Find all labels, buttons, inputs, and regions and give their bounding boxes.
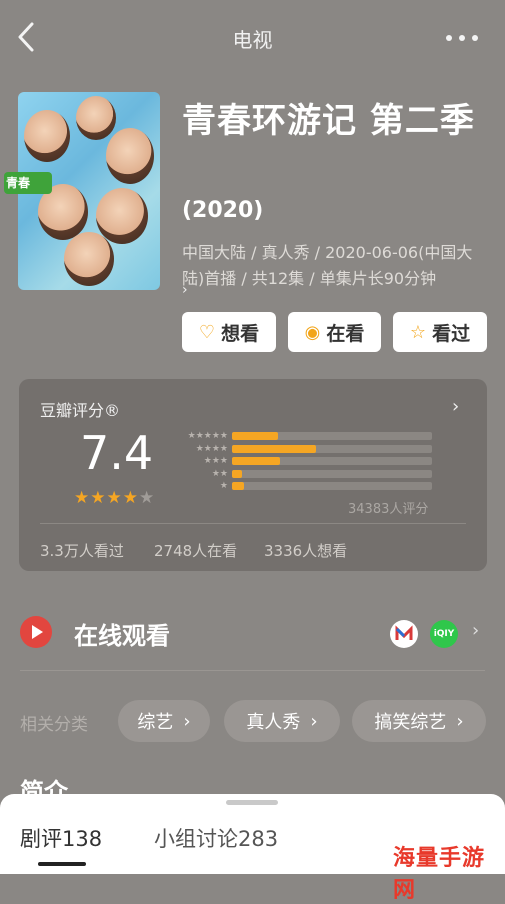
category-chip-reality[interactable]: 真人秀 › (224, 700, 340, 742)
watched-button[interactable]: ☆ 看过 (393, 312, 487, 352)
more-icon[interactable] (440, 22, 484, 52)
rating-bar-track (232, 482, 432, 490)
tab-reviews[interactable]: 剧评138 (20, 823, 102, 853)
play-icon (20, 616, 52, 648)
dist-label-3: ★★★ (203, 456, 228, 466)
rating-arrow-icon[interactable]: › (452, 396, 459, 417)
dist-label-4: ★★★★ (195, 443, 228, 454)
mgtv-icon[interactable] (390, 620, 418, 648)
page-title: 电视 (232, 28, 273, 52)
show-meta: 中国大陆 / 真人秀 / 2020-06-06(中国大陆)首播 / 共12集 /… (182, 243, 473, 288)
category-chip-comedy[interactable]: 搞笑综艺 › (352, 700, 486, 742)
watched-count: 3.3万人看过 (40, 542, 124, 560)
tab-group-discussion[interactable]: 小组讨论283 (154, 823, 278, 853)
rating-score: 7.4 (80, 426, 154, 480)
chip-label: 搞笑综艺 (374, 712, 447, 733)
target-icon: ◉ (304, 321, 321, 343)
chevron-right-icon: › (183, 710, 191, 732)
chevron-right-icon: › (456, 710, 464, 732)
watching-label: 在看 (326, 322, 365, 345)
watched-label: 看过 (432, 322, 471, 345)
meta-arrow-icon[interactable]: › (182, 282, 188, 298)
rating-bar-fill (232, 444, 316, 453)
show-year: (2020) (182, 198, 264, 223)
card-divider (40, 523, 466, 524)
want-to-watch-button[interactable]: ♡ 想看 (182, 312, 276, 352)
online-arrow-icon[interactable]: › (472, 620, 479, 641)
chip-label: 真人秀 (246, 712, 301, 733)
rating-bar-fill (232, 432, 278, 440)
rating-bar-fill (232, 457, 280, 465)
category-chip-variety[interactable]: 综艺 › (118, 700, 210, 742)
distribution-star-labels: ★★★★★ ★★★★ ★★★ ★★ ★ (176, 430, 228, 493)
iqiyi-icon[interactable]: iQIY (430, 620, 458, 648)
section-divider (20, 670, 485, 671)
sheet-handle[interactable] (226, 800, 278, 805)
dist-label-5: ★★★★★ (187, 431, 228, 441)
show-title: 青春环游记 第二季 (182, 101, 475, 141)
active-tab-indicator (38, 862, 86, 866)
category-label: 相关分类 (20, 715, 88, 735)
dist-label-2: ★★ (211, 468, 228, 479)
rating-bar-fill (232, 469, 242, 478)
poster-logo-text: 青春 (6, 176, 31, 190)
chevron-right-icon: › (310, 710, 318, 732)
rating-stars: ★★★★★ (74, 488, 156, 508)
rating-bar-fill (232, 482, 244, 490)
watching-count: 2748人在看 (154, 542, 238, 560)
dist-label-1: ★ (219, 481, 228, 491)
online-watch-title[interactable]: 在线观看 (74, 616, 170, 651)
rating-count: 34383人评分 (348, 502, 429, 517)
rating-bar-track (232, 469, 432, 478)
want-count: 3336人想看 (264, 542, 348, 560)
watermark: 海量手游网 (393, 846, 486, 903)
heart-icon: ♡ (198, 321, 216, 343)
star-icon: ☆ (409, 321, 427, 343)
rating-label: 豆瓣评分® (40, 401, 121, 420)
watching-button[interactable]: ◉ 在看 (288, 312, 381, 352)
want-to-watch-label: 想看 (221, 322, 260, 345)
chip-label: 综艺 (137, 712, 174, 733)
